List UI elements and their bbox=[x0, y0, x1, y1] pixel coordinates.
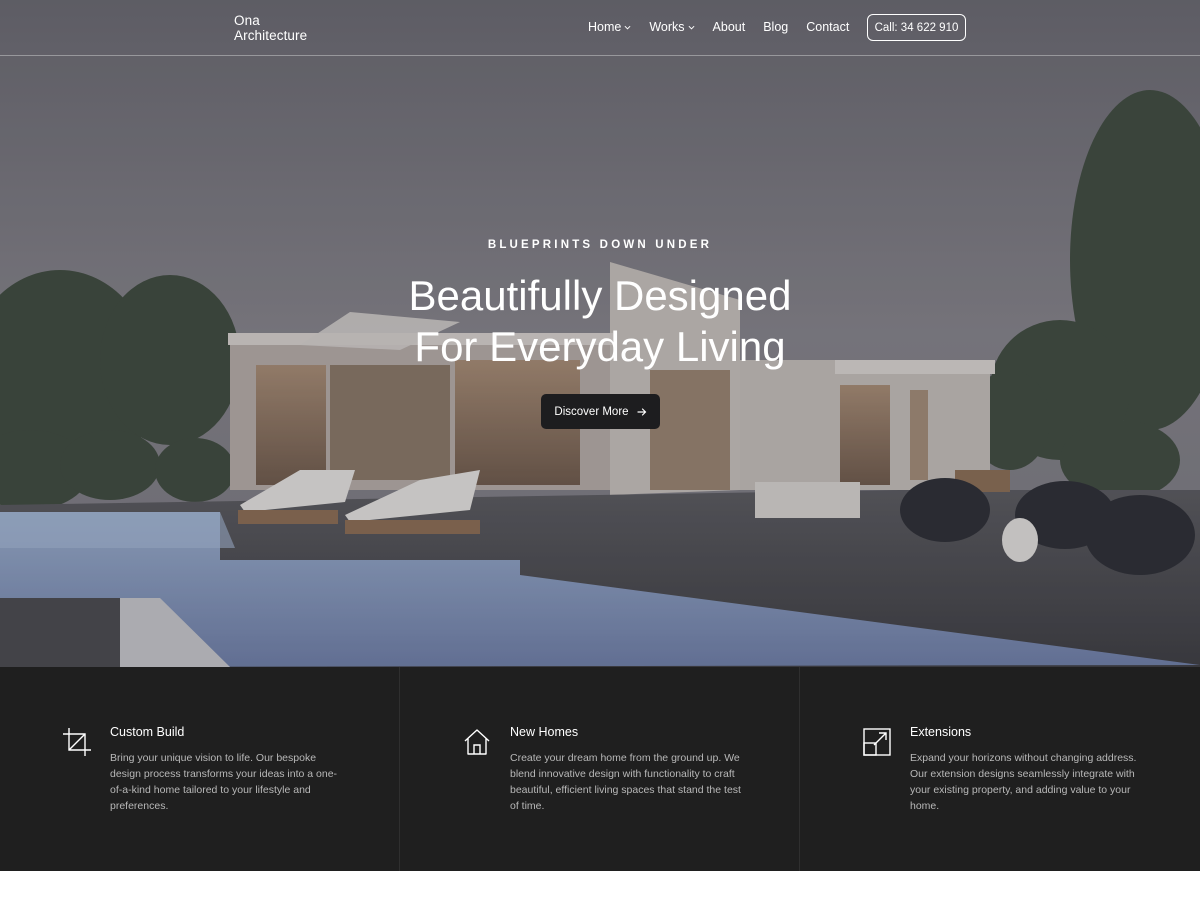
nav-item-about[interactable]: About bbox=[713, 20, 746, 34]
discover-more-button[interactable]: Discover More bbox=[541, 394, 660, 429]
crop-icon bbox=[63, 728, 91, 756]
feature-card-custom-build: Custom Build Bring your unique vision to… bbox=[0, 667, 400, 871]
feature-text: Bring your unique vision to life. Our be… bbox=[110, 752, 338, 812]
logo-line-2: Architecture bbox=[234, 28, 308, 43]
hero-section: Ona Architecture Home Works About Blog C… bbox=[0, 0, 1200, 667]
nav-item-label: About bbox=[712, 20, 746, 34]
nav-item-works[interactable]: Works bbox=[649, 20, 694, 34]
feature-card-extensions: Extensions Expand your horizons without … bbox=[800, 667, 1200, 871]
nav-item-blog[interactable]: Blog bbox=[763, 20, 788, 34]
call-button[interactable]: Call: 34 622 910 bbox=[867, 14, 966, 41]
nav-item-label: Blog bbox=[763, 20, 789, 34]
feature-card-new-homes: New Homes Create your dream home from th… bbox=[400, 667, 800, 871]
expand-arrow-icon bbox=[863, 728, 891, 756]
feature-text: Expand your horizons without changing ad… bbox=[910, 752, 1137, 812]
nav-item-label: Home bbox=[588, 20, 622, 34]
feature-title: Custom Build bbox=[110, 725, 185, 739]
features-section: Custom Build Bring your unique vision to… bbox=[0, 667, 1200, 871]
feature-title: Extensions bbox=[910, 725, 972, 739]
feature-title: New Homes bbox=[510, 725, 579, 739]
nav-item-label: Works bbox=[649, 20, 685, 34]
feature-text: Create your dream home from the ground u… bbox=[510, 752, 741, 812]
logo-line-1: Ona bbox=[234, 13, 260, 28]
headline-line-1: Beautifully Designed bbox=[408, 272, 792, 319]
house-icon bbox=[464, 729, 490, 755]
hero-headline: Beautifully Designed For Everyday Living bbox=[300, 270, 900, 372]
hero-eyebrow: BLUEPRINTS DOWN UNDER bbox=[487, 239, 713, 251]
nav-item-label: Contact bbox=[806, 20, 850, 34]
headline-line-2: For Everyday Living bbox=[414, 323, 786, 370]
discover-more-label: Discover More bbox=[554, 405, 629, 418]
chevron-down-icon bbox=[688, 25, 694, 29]
site-logo[interactable]: Ona Architecture bbox=[234, 13, 344, 43]
page-bottom-area bbox=[0, 871, 1200, 900]
main-nav: Home Works About Blog Contact bbox=[588, 20, 867, 34]
chevron-down-icon bbox=[624, 25, 631, 29]
nav-item-home[interactable]: Home bbox=[588, 20, 631, 34]
site-header: Ona Architecture Home Works About Blog C… bbox=[0, 0, 1200, 56]
arrow-right-icon bbox=[636, 407, 646, 416]
nav-item-contact[interactable]: Contact bbox=[806, 20, 849, 34]
